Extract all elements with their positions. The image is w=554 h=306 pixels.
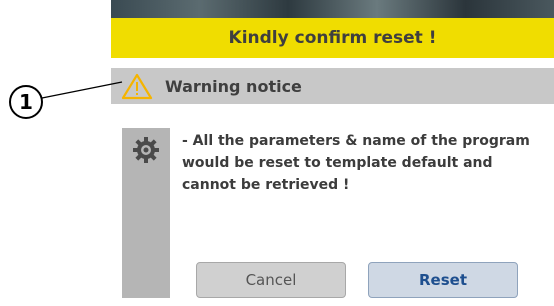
message-line: cannot be retrieved ! (182, 177, 350, 193)
message-line: - All the parameters & name of the progr… (182, 133, 530, 149)
cancel-button-label: Cancel (245, 271, 297, 289)
reset-confirmation-figure: Kindly confirm reset ! Warning notice 1 (0, 0, 554, 306)
message-line: would be reset to template default and (182, 155, 493, 171)
gear-icon (133, 137, 159, 163)
reset-warning-message: - All the parameters & name of the progr… (182, 130, 530, 196)
cancel-button[interactable]: Cancel (196, 262, 346, 298)
reset-button[interactable]: Reset (368, 262, 518, 298)
callout-number: 1 (19, 90, 33, 114)
callout-marker: 1 (9, 85, 43, 119)
reset-button-label: Reset (419, 271, 467, 289)
